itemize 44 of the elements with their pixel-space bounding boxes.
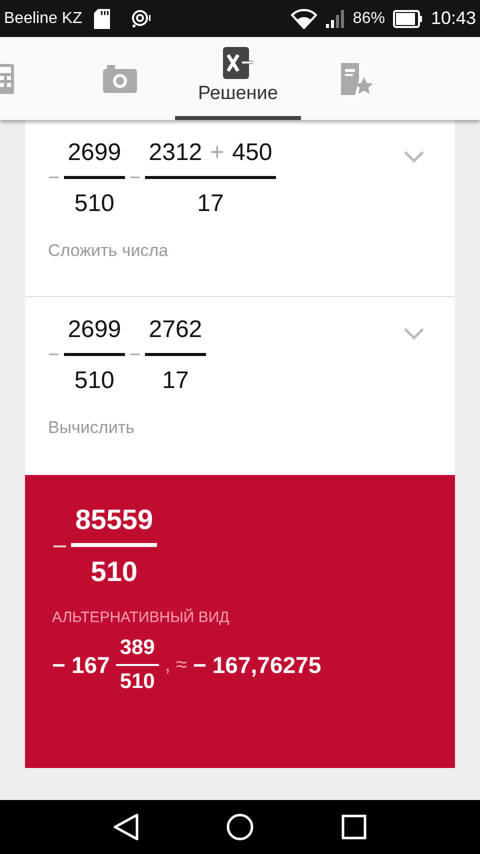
home-icon[interactable] [226, 813, 254, 841]
hotspot-icon [130, 8, 152, 30]
denominator: 510 [118, 669, 156, 694]
minus-sign: − [48, 344, 60, 367]
step-caption: Сложить числа [48, 241, 170, 261]
denominator: 17 [161, 366, 190, 396]
minus-sign: − [48, 167, 60, 190]
fraction-bar [64, 353, 126, 356]
wifi-icon [290, 8, 317, 28]
fraction-bar [144, 353, 206, 356]
number: 167 [71, 652, 110, 678]
battery-percent: 86% [352, 10, 385, 28]
chevron-icon[interactable] [403, 327, 425, 341]
numerator: 2699 [66, 315, 122, 345]
denominator: 510 [73, 366, 116, 396]
minus-sign: − [129, 167, 141, 190]
numerator: 2699 [66, 138, 122, 168]
carrier-name: Beeline KZ [4, 10, 82, 28]
denominator: 510 [90, 555, 138, 587]
minus-sign: − [52, 530, 68, 562]
signal-icon [324, 8, 345, 28]
step-caption: Вычислить [48, 418, 136, 438]
denominator: 510 [73, 189, 116, 219]
minus-sign: − [129, 344, 141, 367]
numerator: 2762 [148, 315, 204, 345]
numerator: 389 [118, 636, 156, 661]
fraction-bar [64, 176, 126, 179]
alternative-label: АЛЬТЕРНАТИВНЫЙ ВИД [52, 609, 230, 626]
numerator: 2312 + 450 [148, 138, 274, 168]
camera-icon [103, 64, 137, 92]
denominator: 17 [196, 189, 225, 219]
recent-apps-icon[interactable] [340, 814, 367, 840]
back-icon[interactable] [113, 813, 140, 841]
chevron-icon[interactable] [403, 150, 425, 164]
solution-icon [223, 47, 253, 79]
clock-time: 10:43 [430, 8, 476, 29]
number: − [192, 652, 206, 678]
approx-sign: , ≈ [164, 654, 187, 676]
sd-card-icon [94, 8, 110, 28]
number: 167,76275 [212, 652, 322, 678]
number: − [52, 652, 66, 678]
notebook-star-icon [339, 62, 373, 94]
battery-icon [392, 10, 423, 28]
numerator: 85559 [74, 505, 154, 537]
